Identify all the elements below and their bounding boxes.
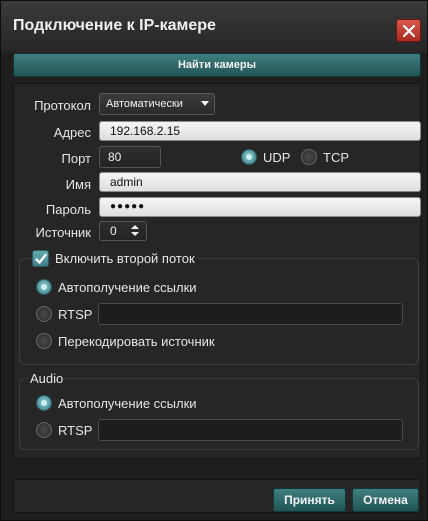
second-stream-checkbox[interactable] — [32, 250, 49, 267]
port-field[interactable]: 80 — [99, 146, 161, 168]
checkmark-icon — [35, 253, 47, 264]
password-field[interactable]: ●●●●● — [99, 197, 421, 217]
audio-auto-label: Автополучение ссылки — [58, 396, 197, 411]
address-field[interactable]: 192.168.2.15 — [99, 121, 421, 141]
transcode-radio[interactable] — [36, 333, 52, 349]
protocol-dropdown[interactable]: Автоматически — [99, 93, 215, 115]
second-stream-label: Включить второй поток — [52, 251, 198, 266]
source-value: 0 — [110, 224, 117, 238]
stream2-rtsp-label: RTSP — [58, 307, 93, 322]
audio-title: Audio — [27, 371, 67, 386]
audio-rtsp-input[interactable] — [98, 419, 403, 441]
tcp-radio[interactable] — [301, 149, 317, 165]
audio-auto-radio[interactable] — [36, 395, 52, 411]
transcode-label: Перекодировать источник — [58, 334, 215, 349]
source-label: Источник — [35, 225, 92, 240]
ip-camera-dialog: Подключение к IP-камере Найти камеры Про… — [0, 0, 428, 521]
udp-radio[interactable] — [241, 149, 257, 165]
source-spinbox[interactable]: 0 — [99, 221, 147, 241]
name-label: Имя — [65, 177, 91, 192]
cancel-button[interactable]: Отмена — [352, 488, 419, 512]
password-label: Пароль — [45, 202, 91, 217]
chevron-down-icon — [201, 101, 209, 106]
title-bar: Подключение к IP-камере — [1, 1, 427, 53]
port-label: Порт — [61, 151, 91, 166]
tcp-label: TCP — [323, 150, 349, 165]
dialog-title: Подключение к IP-камере — [13, 17, 216, 34]
name-field[interactable]: admin — [99, 172, 421, 192]
stream2-rtsp-radio[interactable] — [36, 306, 52, 322]
address-label: Адрес — [53, 125, 91, 140]
udp-label: UDP — [263, 150, 291, 165]
close-button[interactable] — [396, 19, 421, 42]
protocol-label: Протокол — [34, 98, 91, 113]
protocol-value: Автоматически — [106, 98, 183, 110]
audio-rtsp-label: RTSP — [58, 423, 93, 438]
stream2-rtsp-input[interactable] — [98, 303, 403, 325]
stream2-auto-radio[interactable] — [36, 279, 52, 295]
accept-button[interactable]: Принять — [273, 488, 346, 512]
spin-arrows-icon — [131, 225, 139, 236]
stream2-auto-label: Автополучение ссылки — [58, 280, 197, 295]
close-icon — [403, 25, 415, 37]
audio-rtsp-radio[interactable] — [36, 422, 52, 438]
find-cameras-button[interactable]: Найти камеры — [13, 53, 421, 77]
